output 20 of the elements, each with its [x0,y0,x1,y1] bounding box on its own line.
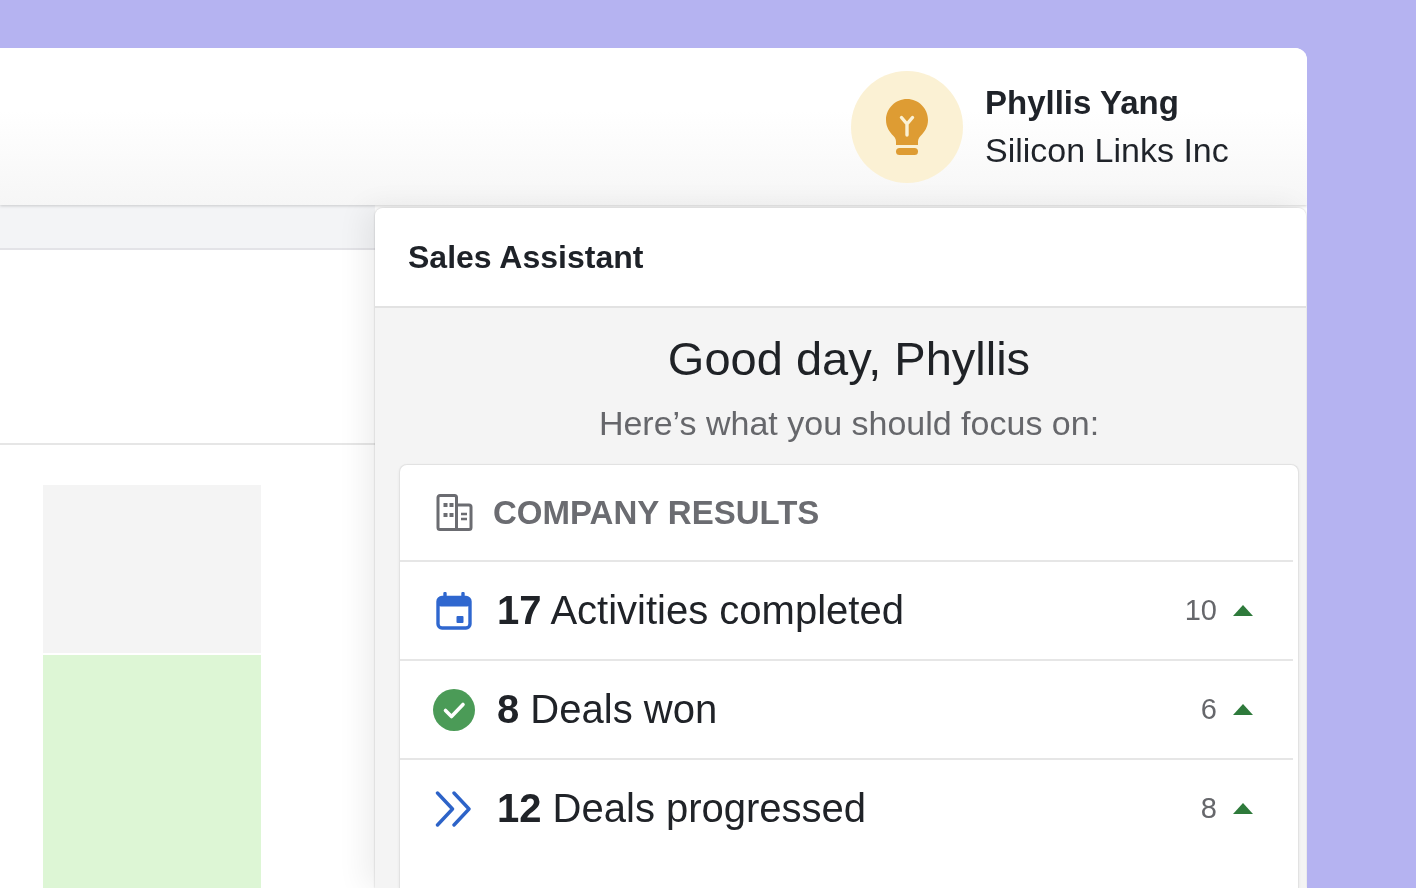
comparison-value: 10 [1184,594,1217,627]
result-row[interactable]: 8 Deals won 6 [400,659,1293,758]
user-name: Phyllis Yang [985,83,1180,122]
card-title: COMPANY RESULTS [493,493,820,532]
result-text: 8 Deals won [497,687,719,732]
greeting-text: Good day, Phyllis [666,331,1032,387]
result-text: 17 Activities completed [497,588,905,633]
building-icon [436,494,473,531]
lightbulb-icon[interactable] [851,70,963,183]
result-row[interactable]: 12 Deals progressed 8 [400,758,1293,857]
prompt-text: Here’s what you should focus on: [597,403,1101,444]
result-row[interactable]: 17 Activities completed 10 [400,560,1293,659]
comparison-value: 6 [1200,693,1217,726]
double-chevron-icon [435,790,473,827]
result-text: 12 Deals progressed [497,786,868,831]
panel-title: Sales Assistant [408,238,644,276]
comparison-value: 8 [1200,792,1217,825]
calendar-icon [436,591,472,630]
check-circle-icon [433,688,475,731]
company-name: Silicon Links Inc [985,129,1230,170]
